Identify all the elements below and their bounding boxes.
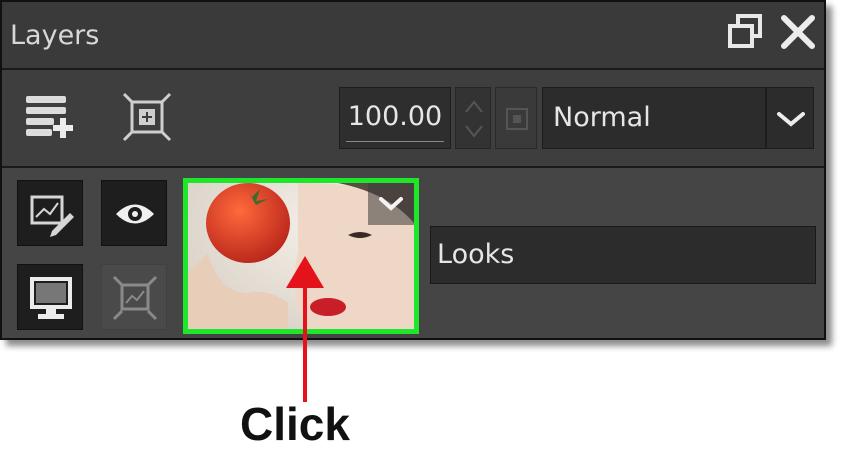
edit-layer-icon[interactable] — [17, 180, 83, 246]
add-layer-icon[interactable] — [24, 92, 74, 142]
layer-toolbar: 100.00 Normal — [2, 70, 824, 168]
thumbnail-menu-chevron-icon[interactable] — [368, 183, 414, 225]
visibility-eye-icon[interactable] — [101, 180, 167, 246]
lock-toggle[interactable] — [495, 87, 537, 149]
callout-arrow-icon — [286, 256, 324, 402]
close-icon[interactable] — [778, 12, 818, 52]
monitor-icon[interactable] — [17, 264, 83, 330]
chevron-down-icon[interactable] — [766, 87, 814, 149]
blend-mode-select[interactable]: Normal — [542, 87, 766, 149]
restore-window-icon[interactable] — [726, 12, 766, 52]
callout-label: Click — [240, 398, 350, 450]
layers-panel: Layers 100.00 Normal Looks — [0, 0, 826, 340]
opacity-input[interactable]: 100.00 — [339, 87, 451, 149]
panel-title: Layers — [10, 20, 100, 51]
panel-titlebar: Layers — [2, 2, 824, 70]
opacity-spinner[interactable] — [455, 87, 491, 149]
fit-frame-icon[interactable] — [122, 92, 172, 142]
layer-row[interactable]: Looks — [2, 168, 824, 338]
layer-name-field[interactable]: Looks — [430, 226, 816, 284]
mask-image-icon[interactable] — [101, 264, 167, 330]
